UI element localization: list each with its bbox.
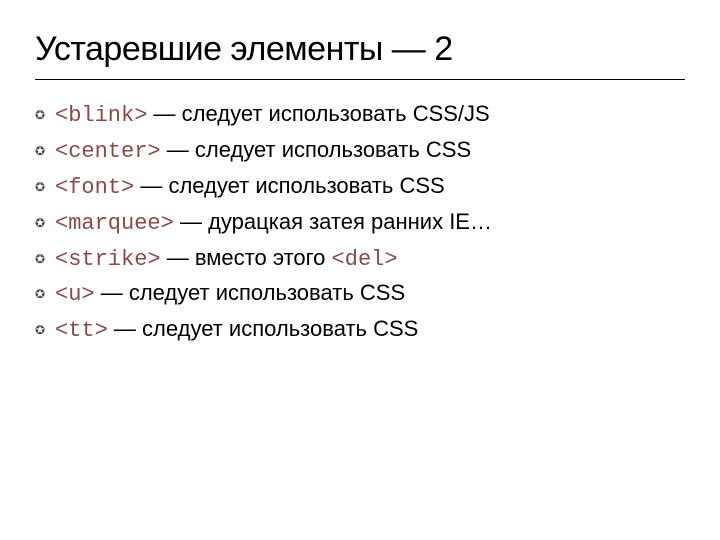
list-item-body: <u> — следует использовать CSS bbox=[55, 277, 685, 311]
tag-name: center bbox=[68, 139, 147, 164]
slide-title: Устаревшие элементы — 2 bbox=[35, 30, 685, 80]
description: следует использовать CSS bbox=[129, 280, 405, 305]
list-item-body: <tt> — следует использовать CSS bbox=[55, 313, 685, 347]
star-bullet-icon: ✪ bbox=[35, 251, 55, 268]
tag-name: u bbox=[68, 282, 81, 307]
tag-close: > bbox=[384, 247, 397, 272]
tag-name: tt bbox=[68, 318, 94, 343]
tag-name: blink bbox=[68, 103, 134, 128]
tag-open: < bbox=[55, 282, 68, 307]
list-item-body: <font> — следует использовать CSS bbox=[55, 170, 685, 204]
separator: — bbox=[134, 173, 168, 198]
tag-name: del bbox=[345, 247, 385, 272]
tag-close: > bbox=[81, 282, 94, 307]
tag-open: < bbox=[55, 318, 68, 343]
tag-close: > bbox=[95, 318, 108, 343]
star-bullet-icon: ✪ bbox=[35, 107, 55, 124]
separator: — bbox=[95, 280, 129, 305]
tag-open: < bbox=[55, 175, 68, 200]
tag-name: marquee bbox=[68, 211, 160, 236]
separator: — bbox=[161, 245, 195, 270]
list-item: ✪ <font> — следует использовать CSS bbox=[35, 170, 685, 204]
list-item: ✪ <center> — следует использовать CSS bbox=[35, 134, 685, 168]
description-pre: вместо этого bbox=[195, 245, 332, 270]
list-item-body: <strike> — вместо этого <del> bbox=[55, 242, 685, 276]
tag-close: > bbox=[147, 139, 160, 164]
description: следует использовать CSS bbox=[142, 316, 418, 341]
star-bullet-icon: ✪ bbox=[35, 322, 55, 339]
list-item: ✪ <blink> — следует использовать CSS/JS bbox=[35, 98, 685, 132]
tag-open: < bbox=[55, 139, 68, 164]
list-item: ✪ <tt> — следует использовать CSS bbox=[35, 313, 685, 347]
tag-open: < bbox=[55, 211, 68, 236]
star-bullet-icon: ✪ bbox=[35, 215, 55, 232]
list-item: ✪ <u> — следует использовать CSS bbox=[35, 277, 685, 311]
tag-open: < bbox=[332, 247, 345, 272]
description: дурацкая затея ранних IE… bbox=[208, 209, 492, 234]
description: следует использовать CSS bbox=[168, 173, 444, 198]
tag-name: font bbox=[68, 175, 121, 200]
tag-close: > bbox=[161, 211, 174, 236]
tag-open: < bbox=[55, 247, 68, 272]
list-item: ✪ <strike> — вместо этого <del> bbox=[35, 242, 685, 276]
list-item-body: <blink> — следует использовать CSS/JS bbox=[55, 98, 685, 132]
separator: — bbox=[174, 209, 208, 234]
tag-close: > bbox=[121, 175, 134, 200]
tag-name: strike bbox=[68, 247, 147, 272]
bullet-list: ✪ <blink> — следует использовать CSS/JS … bbox=[35, 98, 685, 347]
separator: — bbox=[147, 101, 181, 126]
tag-close: > bbox=[134, 103, 147, 128]
list-item-body: <center> — следует использовать CSS bbox=[55, 134, 685, 168]
separator: — bbox=[161, 137, 195, 162]
tag-open: < bbox=[55, 103, 68, 128]
star-bullet-icon: ✪ bbox=[35, 286, 55, 303]
star-bullet-icon: ✪ bbox=[35, 179, 55, 196]
star-bullet-icon: ✪ bbox=[35, 143, 55, 160]
description: следует использовать CSS bbox=[195, 137, 471, 162]
separator: — bbox=[108, 316, 142, 341]
tag-close: > bbox=[147, 247, 160, 272]
description: следует использовать CSS/JS bbox=[182, 101, 490, 126]
list-item-body: <marquee> — дурацкая затея ранних IE… bbox=[55, 206, 685, 240]
list-item: ✪ <marquee> — дурацкая затея ранних IE… bbox=[35, 206, 685, 240]
